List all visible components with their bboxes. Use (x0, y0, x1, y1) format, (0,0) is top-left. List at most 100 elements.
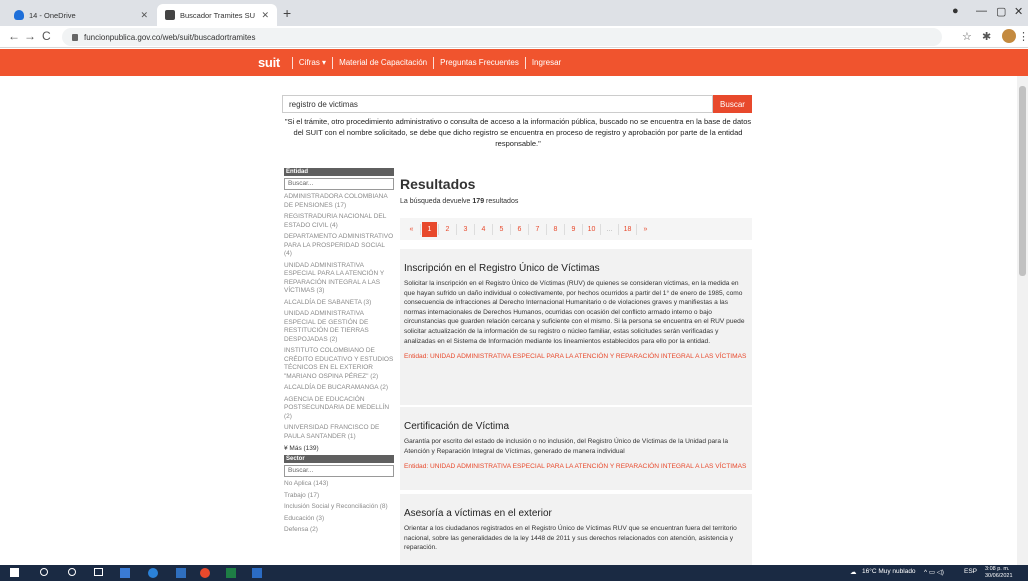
page-ellipsis: ... (606, 225, 613, 233)
weather-icon[interactable]: ☁ (850, 568, 857, 576)
count-number: 179 (472, 198, 485, 205)
entidad-filter-item[interactable]: DEPARTAMENTO ADMINISTRATIVO PARA LA PROS… (284, 233, 394, 259)
nav-ingresar[interactable]: Ingresar (532, 58, 561, 67)
forward-arrow-icon[interactable]: → (24, 29, 36, 43)
clock-time: 3:08 p. m. (985, 566, 1010, 572)
last-page-button[interactable]: » (638, 222, 653, 237)
close-window-button[interactable]: ✕ (1014, 5, 1023, 18)
menu-dots-icon[interactable]: ⋮ (1018, 30, 1028, 43)
entidad-filter-item[interactable]: ALCALDÍA DE BUCARAMANGA (2) (284, 384, 394, 393)
result-title[interactable]: Asesoría a víctimas en el exterior (404, 508, 748, 519)
page-1-button[interactable]: 1 (422, 221, 437, 237)
tab-onedrive[interactable]: 14 - OneDrive ✕ (6, 4, 156, 26)
page-4-button[interactable]: 4 (476, 222, 491, 237)
search-button[interactable]: Buscar (713, 95, 752, 113)
result-card[interactable]: Asesoría a víctimas en el exterior Orien… (400, 494, 752, 565)
url-input[interactable]: funcionpublica.gov.co/web/suit/buscadort… (62, 28, 942, 46)
star-icon[interactable]: ☆ (962, 30, 972, 43)
pagination-separator (600, 223, 601, 235)
close-tab-icon[interactable]: ✕ (140, 10, 148, 21)
pagination-separator (456, 223, 457, 235)
minimize-button[interactable]: — (976, 5, 987, 17)
entidad-filter-item[interactable]: INSTITUTO COLOMBIANO DE CRÉDITO EDUCATIV… (284, 347, 394, 381)
weather-text[interactable]: 16°C Muy nublado (862, 568, 916, 575)
pagination-separator (528, 223, 529, 235)
site-nav: suit Cifras ▾ Material de Capacitación P… (0, 49, 1028, 76)
page-7-button[interactable]: 7 (530, 222, 545, 237)
nav-material-capacitacion[interactable]: Material de Capacitación (339, 58, 427, 67)
word-doc-icon[interactable] (252, 568, 262, 578)
page-8-button[interactable]: 8 (548, 222, 563, 237)
chrome-icon[interactable] (200, 568, 210, 578)
result-description: Orientar a los ciudadanos registrados en… (404, 525, 737, 552)
outlook-icon[interactable] (120, 568, 130, 578)
pagination-separator (474, 223, 475, 235)
page-2-button[interactable]: 2 (440, 222, 455, 237)
entidad-more-link[interactable]: ¥ Más (139) (284, 445, 394, 452)
entidad-filter-item[interactable]: AGENCIA DE EDUCACIÓN POSTSECUNDARIA DE M… (284, 396, 394, 422)
page-5-button[interactable]: 5 (494, 222, 509, 237)
pagination-separator (582, 223, 583, 235)
entity-name[interactable]: UNIDAD ADMINISTRATIVA ESPECIAL PARA LA A… (430, 353, 746, 360)
tab-suit[interactable]: Buscador Tramites SUIT DAFP-Fu ✕ (157, 4, 277, 26)
close-tab-icon[interactable]: ✕ (261, 10, 269, 21)
count-prefix: La búsqueda devuelve (400, 198, 473, 205)
sector-filter-item[interactable]: No Aplica (143) (284, 480, 394, 489)
filter-sidebar: Entidad Buscar... ADMINISTRADORA COLOMBI… (284, 168, 394, 535)
sector-filter-item[interactable]: Educación (3) (284, 515, 394, 524)
scrollbar-thumb[interactable] (1019, 86, 1026, 276)
sector-search-input[interactable]: Buscar... (284, 465, 394, 477)
entidad-filter-item[interactable]: UNIVERSIDAD FRANCISCO DE PAULA SANTANDER… (284, 424, 394, 441)
search-input[interactable]: registro de victimas (282, 95, 713, 113)
page-scrollbar[interactable] (1017, 76, 1028, 565)
back-arrow-icon[interactable]: ← (8, 29, 20, 43)
entity-label: Entidad: (404, 353, 431, 361)
entity-name[interactable]: UNIDAD ADMINISTRATIVA ESPECIAL PARA LA A… (430, 463, 746, 470)
result-entity[interactable]: Entidad: UNIDAD ADMINISTRATIVA ESPECIAL … (404, 352, 748, 362)
clock[interactable]: 3:08 p. m. 30/06/2021 (985, 566, 1013, 580)
entidad-filter-item[interactable]: UNIDAD ADMINISTRATIVA ESPECIAL DE GESTIÓ… (284, 310, 394, 344)
pagination-separator (618, 223, 619, 235)
search-icon[interactable] (40, 568, 48, 576)
teams-icon[interactable] (148, 568, 158, 578)
result-card[interactable]: Inscripción en el Registro Único de Víct… (400, 249, 752, 405)
profile-avatar[interactable] (1002, 29, 1016, 43)
page-3-button[interactable]: 3 (458, 222, 473, 237)
sector-filter-item[interactable]: Defensa (2) (284, 526, 394, 535)
language-indicator[interactable]: ESP (964, 568, 977, 575)
page-10-button[interactable]: 10 (584, 222, 599, 237)
entity-label: Entidad: (404, 463, 431, 471)
maximize-button[interactable]: ▢ (996, 5, 1006, 18)
suit-logo[interactable]: suit (258, 55, 280, 70)
result-card[interactable]: Certificación de Víctima Garantía por es… (400, 407, 752, 490)
account-circle-icon[interactable]: ● (952, 5, 959, 17)
nav-divider (433, 56, 435, 69)
nav-cifras[interactable]: Cifras ▾ (299, 58, 326, 67)
nav-preguntas-frecuentes[interactable]: Preguntas Frecuentes (440, 58, 519, 67)
entidad-filter-item[interactable]: REGISTRADURIA NACIONAL DEL ESTADO CIVIL … (284, 213, 394, 230)
first-page-button[interactable]: « (404, 222, 419, 237)
entidad-filter-item[interactable]: ADMINISTRADORA COLOMBIANA DE PENSIONES (… (284, 193, 394, 210)
result-entity[interactable]: Entidad: UNIDAD ADMINISTRATIVA ESPECIAL … (404, 462, 748, 472)
windows-start-icon[interactable] (10, 568, 19, 577)
entidad-filter-item[interactable]: UNIDAD ADMINISTRATIVA ESPECIAL PARA LA A… (284, 262, 394, 296)
result-title[interactable]: Inscripción en el Registro Único de Víct… (404, 263, 748, 274)
page-18-button[interactable]: 18 (620, 222, 635, 237)
entidad-search-input[interactable]: Buscar... (284, 178, 394, 190)
entidad-filter-item[interactable]: ALCALDÍA DE SABANETA (3) (284, 299, 394, 308)
page-9-button[interactable]: 9 (566, 222, 581, 237)
cortana-icon[interactable] (68, 568, 76, 576)
reload-icon[interactable]: C (42, 29, 51, 43)
pagination-separator (546, 223, 547, 235)
task-view-icon[interactable] (94, 568, 103, 576)
word-icon[interactable] (176, 568, 186, 578)
extensions-icon[interactable]: ✱ (982, 30, 991, 43)
page-6-button[interactable]: 6 (512, 222, 527, 237)
sector-filter-item[interactable]: Inclusión Social y Reconciliación (8) (284, 503, 394, 512)
excel-icon[interactable] (226, 568, 236, 578)
tray-icons[interactable]: ^ ▭ ◁) (924, 568, 944, 576)
new-tab-button[interactable]: + (283, 5, 291, 21)
sector-filter-item[interactable]: Trabajo (17) (284, 492, 394, 501)
result-title[interactable]: Certificación de Víctima (404, 421, 748, 432)
result-description: Solicitar la inscripción en el Registro … (404, 280, 745, 345)
